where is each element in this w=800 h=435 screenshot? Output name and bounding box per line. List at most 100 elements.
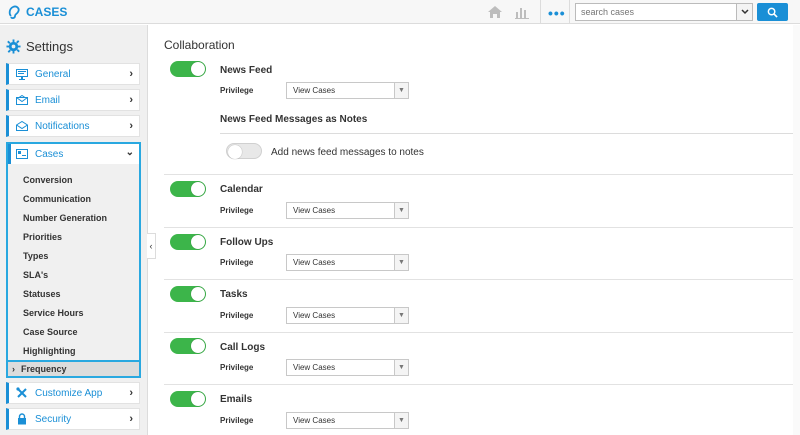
section-title-calendar: Calendar (220, 184, 263, 195)
chevron-right-icon: › (12, 364, 15, 374)
sidebar-subitem-communication[interactable]: Communication (23, 194, 91, 204)
sidebar-item-cases[interactable]: Cases ⌄ (8, 144, 139, 164)
sidebar-item-label: Email (35, 94, 61, 106)
chevron-down-icon: ▼ (394, 83, 408, 98)
collapse-sidebar-button[interactable]: ‹ (147, 233, 156, 259)
select-value: View Cases (293, 416, 336, 425)
scrollbar[interactable] (793, 25, 800, 435)
chevron-right-icon: › (129, 120, 133, 132)
divider (164, 384, 796, 385)
chevron-down-icon: ▼ (394, 360, 408, 375)
home-icon[interactable] (487, 4, 503, 20)
sidebar-subitem-case-source[interactable]: Case Source (23, 327, 78, 337)
divider (220, 133, 796, 134)
chevron-down-icon: ▼ (394, 308, 408, 323)
divider (164, 332, 796, 333)
emails-toggle[interactable] (170, 391, 206, 407)
search-button[interactable] (757, 3, 788, 21)
select-value: View Cases (293, 363, 336, 372)
sidebar-item-email[interactable]: Email › (6, 89, 140, 111)
sidebar-subitem-highlighting[interactable]: Highlighting (23, 346, 75, 356)
chevron-down-icon: ▼ (394, 203, 408, 218)
section-title-call-logs: Call Logs (220, 342, 266, 353)
search-input[interactable] (576, 4, 734, 20)
collaboration-panel: Collaboration News Feed Privilege View C… (156, 25, 800, 435)
chevron-right-icon: › (129, 94, 133, 106)
select-value: View Cases (293, 258, 336, 267)
envelope-icon (15, 93, 29, 107)
privilege-label: Privilege (220, 416, 254, 425)
sidebar-subitem-conversion[interactable]: Conversion (23, 175, 73, 185)
chevron-down-icon (740, 9, 749, 15)
sidebar-item-general[interactable]: General › (6, 63, 140, 85)
app-logo[interactable]: CASES (6, 4, 67, 20)
chevron-right-icon: › (129, 413, 133, 425)
sidebar-subitem-service-hours[interactable]: Service Hours (23, 308, 84, 318)
tasks-privilege-select[interactable]: View Cases ▼ (286, 307, 409, 324)
sidebar-item-security[interactable]: Security › (6, 408, 140, 430)
envelope-open-icon (15, 119, 29, 133)
sidebar-item-label: Customize App (35, 387, 103, 399)
chevron-right-icon: › (129, 387, 133, 399)
privilege-label: Privilege (220, 363, 254, 372)
calendar-toggle[interactable] (170, 181, 206, 197)
news-feed-toggle[interactable] (170, 61, 206, 77)
notes-toggle[interactable] (226, 143, 262, 159)
sidebar-subitem-frequency[interactable]: › Frequency (6, 360, 141, 378)
follow-ups-privilege-select[interactable]: View Cases ▼ (286, 254, 409, 271)
section-title-news-feed: News Feed (220, 65, 273, 76)
section-title-emails: Emails (220, 394, 253, 405)
privilege-label: Privilege (220, 258, 254, 267)
follow-ups-toggle[interactable] (170, 234, 206, 250)
sidebar-item-label: General (35, 68, 71, 80)
gear-icon (6, 39, 21, 54)
sidebar-subitem-statuses[interactable]: Statuses (23, 289, 61, 299)
sidebar-item-label: Notifications (35, 120, 90, 132)
chevron-right-icon: › (129, 68, 133, 80)
select-value: View Cases (293, 86, 336, 95)
news-feed-privilege-select[interactable]: View Cases ▼ (286, 82, 409, 99)
more-options-icon[interactable]: ••• (548, 5, 566, 21)
cases-icon (15, 147, 29, 161)
sidebar-subitem-number-generation[interactable]: Number Generation (23, 213, 107, 223)
privilege-label: Privilege (220, 86, 254, 95)
sidebar-subitem-slas[interactable]: SLA's (23, 270, 48, 280)
notes-toggle-label: Add news feed messages to notes (271, 147, 424, 158)
section-title-follow-ups: Follow Ups (220, 237, 274, 248)
privilege-label: Privilege (220, 206, 254, 215)
settings-sidebar: Settings General › Email › Notifications… (0, 25, 148, 435)
bar-chart-icon[interactable] (514, 4, 530, 20)
select-value: View Cases (293, 206, 336, 215)
call-logs-toggle[interactable] (170, 338, 206, 354)
calendar-privilege-select[interactable]: View Cases ▼ (286, 202, 409, 219)
divider (164, 279, 796, 280)
sidebar-subitem-label: Frequency (21, 364, 67, 374)
cases-section-highlight: Cases ⌄ Conversion Communication Number … (6, 142, 141, 378)
emails-privilege-select[interactable]: View Cases ▼ (286, 412, 409, 429)
settings-title: Settings (26, 39, 73, 54)
privilege-label: Privilege (220, 311, 254, 320)
sidebar-subitem-types[interactable]: Types (23, 251, 48, 261)
toolbar-divider (540, 0, 541, 24)
page-title: Collaboration (164, 38, 235, 52)
ear-icon (8, 5, 20, 19)
top-bar: CASES ••• (0, 0, 800, 24)
sidebar-subitem-priorities[interactable]: Priorities (23, 232, 62, 242)
search-scope-dropdown[interactable] (736, 4, 752, 20)
toolbar-divider (569, 0, 570, 24)
section-title-tasks: Tasks (220, 289, 248, 300)
select-value: View Cases (293, 311, 336, 320)
settings-heading: Settings (6, 39, 73, 54)
search-box (575, 3, 753, 21)
sidebar-item-customize-app[interactable]: Customize App › (6, 382, 140, 404)
lock-icon (15, 412, 29, 426)
call-logs-privilege-select[interactable]: View Cases ▼ (286, 359, 409, 376)
monitor-icon (15, 67, 29, 81)
divider (164, 174, 796, 175)
sidebar-item-notifications[interactable]: Notifications › (6, 115, 140, 137)
chevron-down-icon: ▼ (394, 413, 408, 428)
chevron-down-icon: ⌄ (125, 147, 134, 158)
search-icon (767, 7, 778, 18)
tasks-toggle[interactable] (170, 286, 206, 302)
app-title: CASES (26, 5, 68, 19)
